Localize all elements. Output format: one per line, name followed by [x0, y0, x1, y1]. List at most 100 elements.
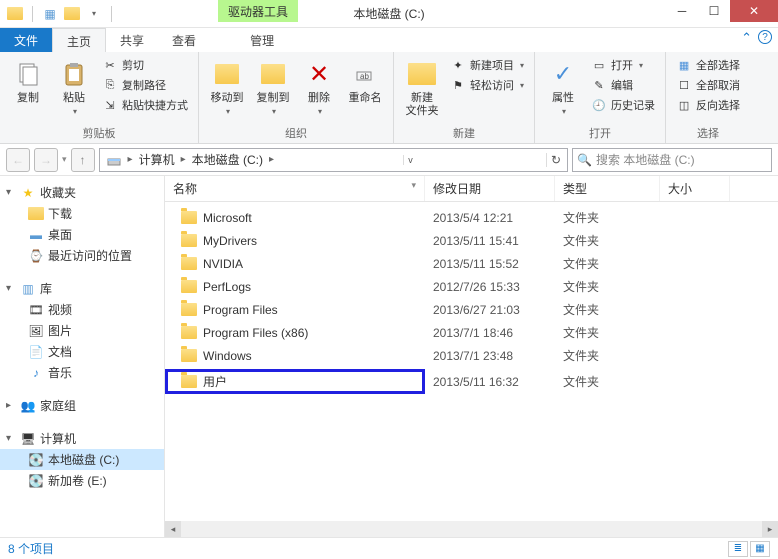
open-button[interactable]: ▭打开▾	[589, 56, 657, 74]
nav-item-pictures[interactable]: 🖼图片	[0, 320, 164, 341]
chevron-down-icon: ▾	[562, 107, 566, 116]
move-to-button[interactable]: 移动到 ▾	[207, 56, 247, 118]
window-controls: ─ ☐ ✕	[666, 0, 778, 22]
new-item-icon: ✦	[450, 57, 466, 73]
breadcrumb-separator-icon[interactable]: ▸	[181, 154, 186, 165]
maximize-button[interactable]: ☐	[698, 0, 730, 22]
paste-shortcut-button[interactable]: ⇲粘贴快捷方式	[100, 96, 190, 114]
nav-item-recent[interactable]: ⌚最近访问的位置	[0, 245, 164, 266]
column-header-size[interactable]: 大小	[660, 176, 730, 201]
refresh-icon[interactable]: ↻	[546, 153, 565, 167]
invert-selection-button[interactable]: ◫反向选择	[674, 96, 742, 114]
nav-item-desktop[interactable]: ▬桌面	[0, 224, 164, 245]
properties-qat-icon[interactable]: ▦	[41, 5, 59, 23]
table-row[interactable]: Program Files (x86)2013/7/1 18:46文件夹	[165, 321, 778, 344]
nav-header-homegroup[interactable]: ▸👥家庭组	[0, 395, 164, 416]
minimize-button[interactable]: ─	[666, 0, 698, 22]
file-date: 2013/5/11 16:32	[425, 374, 555, 390]
horizontal-scrollbar[interactable]: ◂ ▸	[165, 521, 778, 537]
column-header-type[interactable]: 类型	[555, 176, 660, 201]
file-name: Windows	[203, 349, 252, 363]
paste-button[interactable]: 粘贴 ▾	[54, 56, 94, 118]
new-item-button[interactable]: ✦新建项目▾	[448, 56, 526, 74]
properties-button[interactable]: ✓ 属性 ▾	[543, 56, 583, 118]
breadcrumb-computer[interactable]: 计算机	[135, 151, 179, 168]
contextual-tab-drive-tools[interactable]: 驱动器工具	[218, 0, 298, 22]
paste-icon	[58, 58, 90, 90]
tab-manage[interactable]: 管理	[236, 28, 288, 52]
file-rows: Microsoft2013/5/4 12:21文件夹MyDrivers2013/…	[165, 202, 778, 400]
new-folder-button[interactable]: 新建 文件夹	[402, 56, 442, 120]
table-row[interactable]: Microsoft2013/5/4 12:21文件夹	[165, 206, 778, 229]
file-type: 文件夹	[555, 323, 660, 342]
forward-button[interactable]: →	[34, 148, 58, 172]
breadcrumb-drive[interactable]: 本地磁盘 (C:)	[188, 151, 267, 168]
invert-selection-icon: ◫	[676, 97, 692, 113]
minimize-ribbon-icon[interactable]: ⌃	[741, 30, 752, 46]
up-button[interactable]: ↑	[71, 148, 95, 172]
table-row[interactable]: 用户2013/5/11 16:32文件夹	[165, 367, 778, 396]
recent-locations-icon[interactable]: ▾	[62, 154, 67, 165]
rename-button[interactable]: ab 重命名	[345, 56, 385, 107]
copy-button[interactable]: 复制	[8, 56, 48, 107]
nav-item-drive-e[interactable]: 💽新加卷 (E:)	[0, 470, 164, 491]
back-button[interactable]: ←	[6, 148, 30, 172]
cut-button[interactable]: ✂剪切	[100, 56, 190, 74]
history-button[interactable]: 🕘历史记录	[589, 96, 657, 114]
table-row[interactable]: PerfLogs2012/7/26 15:33文件夹	[165, 275, 778, 298]
file-type: 文件夹	[555, 277, 660, 296]
close-button[interactable]: ✕	[730, 0, 778, 22]
select-none-button[interactable]: ☐全部取消	[674, 76, 742, 94]
address-bar[interactable]: ▸ 计算机 ▸ 本地磁盘 (C:) ▸ v ↻	[99, 148, 568, 172]
ribbon-group-select: ▦全部选择 ☐全部取消 ◫反向选择 选择	[666, 52, 750, 143]
table-row[interactable]: Program Files2013/6/27 21:03文件夹	[165, 298, 778, 321]
nav-item-music[interactable]: ♪音乐	[0, 362, 164, 383]
nav-header-libraries[interactable]: ▾▥库	[0, 278, 164, 299]
edit-button[interactable]: ✎编辑	[589, 76, 657, 94]
rename-icon: ab	[349, 58, 381, 90]
quick-access-toolbar: ▦ ▾	[0, 5, 116, 23]
tab-share[interactable]: 共享	[106, 28, 158, 52]
ribbon-group-new: 新建 文件夹 ✦新建项目▾ ⚑轻松访问▾ 新建	[394, 52, 535, 143]
tab-file[interactable]: 文件	[0, 28, 52, 52]
column-header-name[interactable]: 名称▾	[165, 176, 425, 201]
easy-access-button[interactable]: ⚑轻松访问▾	[448, 76, 526, 94]
column-header-date[interactable]: 修改日期	[425, 176, 555, 201]
nav-item-downloads[interactable]: 下载	[0, 203, 164, 224]
copy-path-icon: ⎘	[102, 77, 118, 93]
new-folder-qat-icon[interactable]	[63, 5, 81, 23]
qat-dropdown-icon[interactable]: ▾	[85, 5, 103, 23]
file-type: 文件夹	[555, 372, 660, 391]
folder-icon	[181, 375, 197, 388]
folder-icon	[181, 303, 197, 316]
scroll-track[interactable]	[181, 521, 762, 537]
tab-view[interactable]: 查看	[158, 28, 210, 52]
drive-icon: 💽	[28, 473, 44, 489]
nav-header-computer[interactable]: ▾🖥计算机	[0, 428, 164, 449]
folder-icon	[181, 211, 197, 224]
table-row[interactable]: NVIDIA2013/5/11 15:52文件夹	[165, 252, 778, 275]
address-dropdown-icon[interactable]: v	[403, 155, 417, 165]
app-icon	[6, 5, 24, 23]
details-view-icon[interactable]: ≣	[728, 541, 748, 557]
tab-home[interactable]: 主页	[52, 28, 106, 52]
help-icon[interactable]: ?	[758, 30, 772, 44]
search-input[interactable]: 🔍 搜索 本地磁盘 (C:)	[572, 148, 772, 172]
scroll-right-icon[interactable]: ▸	[762, 521, 778, 537]
table-row[interactable]: MyDrivers2013/5/11 15:41文件夹	[165, 229, 778, 252]
nav-item-videos[interactable]: 🎞视频	[0, 299, 164, 320]
table-row[interactable]: Windows2013/7/1 23:48文件夹	[165, 344, 778, 367]
file-type: 文件夹	[555, 254, 660, 273]
icons-view-icon[interactable]: ▦	[750, 541, 770, 557]
breadcrumb-separator-icon[interactable]: ▸	[269, 154, 274, 165]
scroll-left-icon[interactable]: ◂	[165, 521, 181, 537]
chevron-down-icon: ▾	[318, 107, 322, 116]
breadcrumb-separator-icon[interactable]: ▸	[128, 154, 133, 165]
copy-to-button[interactable]: 复制到 ▾	[253, 56, 293, 118]
nav-header-favorites[interactable]: ▾★收藏夹	[0, 182, 164, 203]
nav-item-documents[interactable]: 📄文档	[0, 341, 164, 362]
copy-path-button[interactable]: ⎘复制路径	[100, 76, 190, 94]
select-all-button[interactable]: ▦全部选择	[674, 56, 742, 74]
delete-button[interactable]: ✕ 删除 ▾	[299, 56, 339, 118]
nav-item-drive-c[interactable]: 💽本地磁盘 (C:)	[0, 449, 164, 470]
